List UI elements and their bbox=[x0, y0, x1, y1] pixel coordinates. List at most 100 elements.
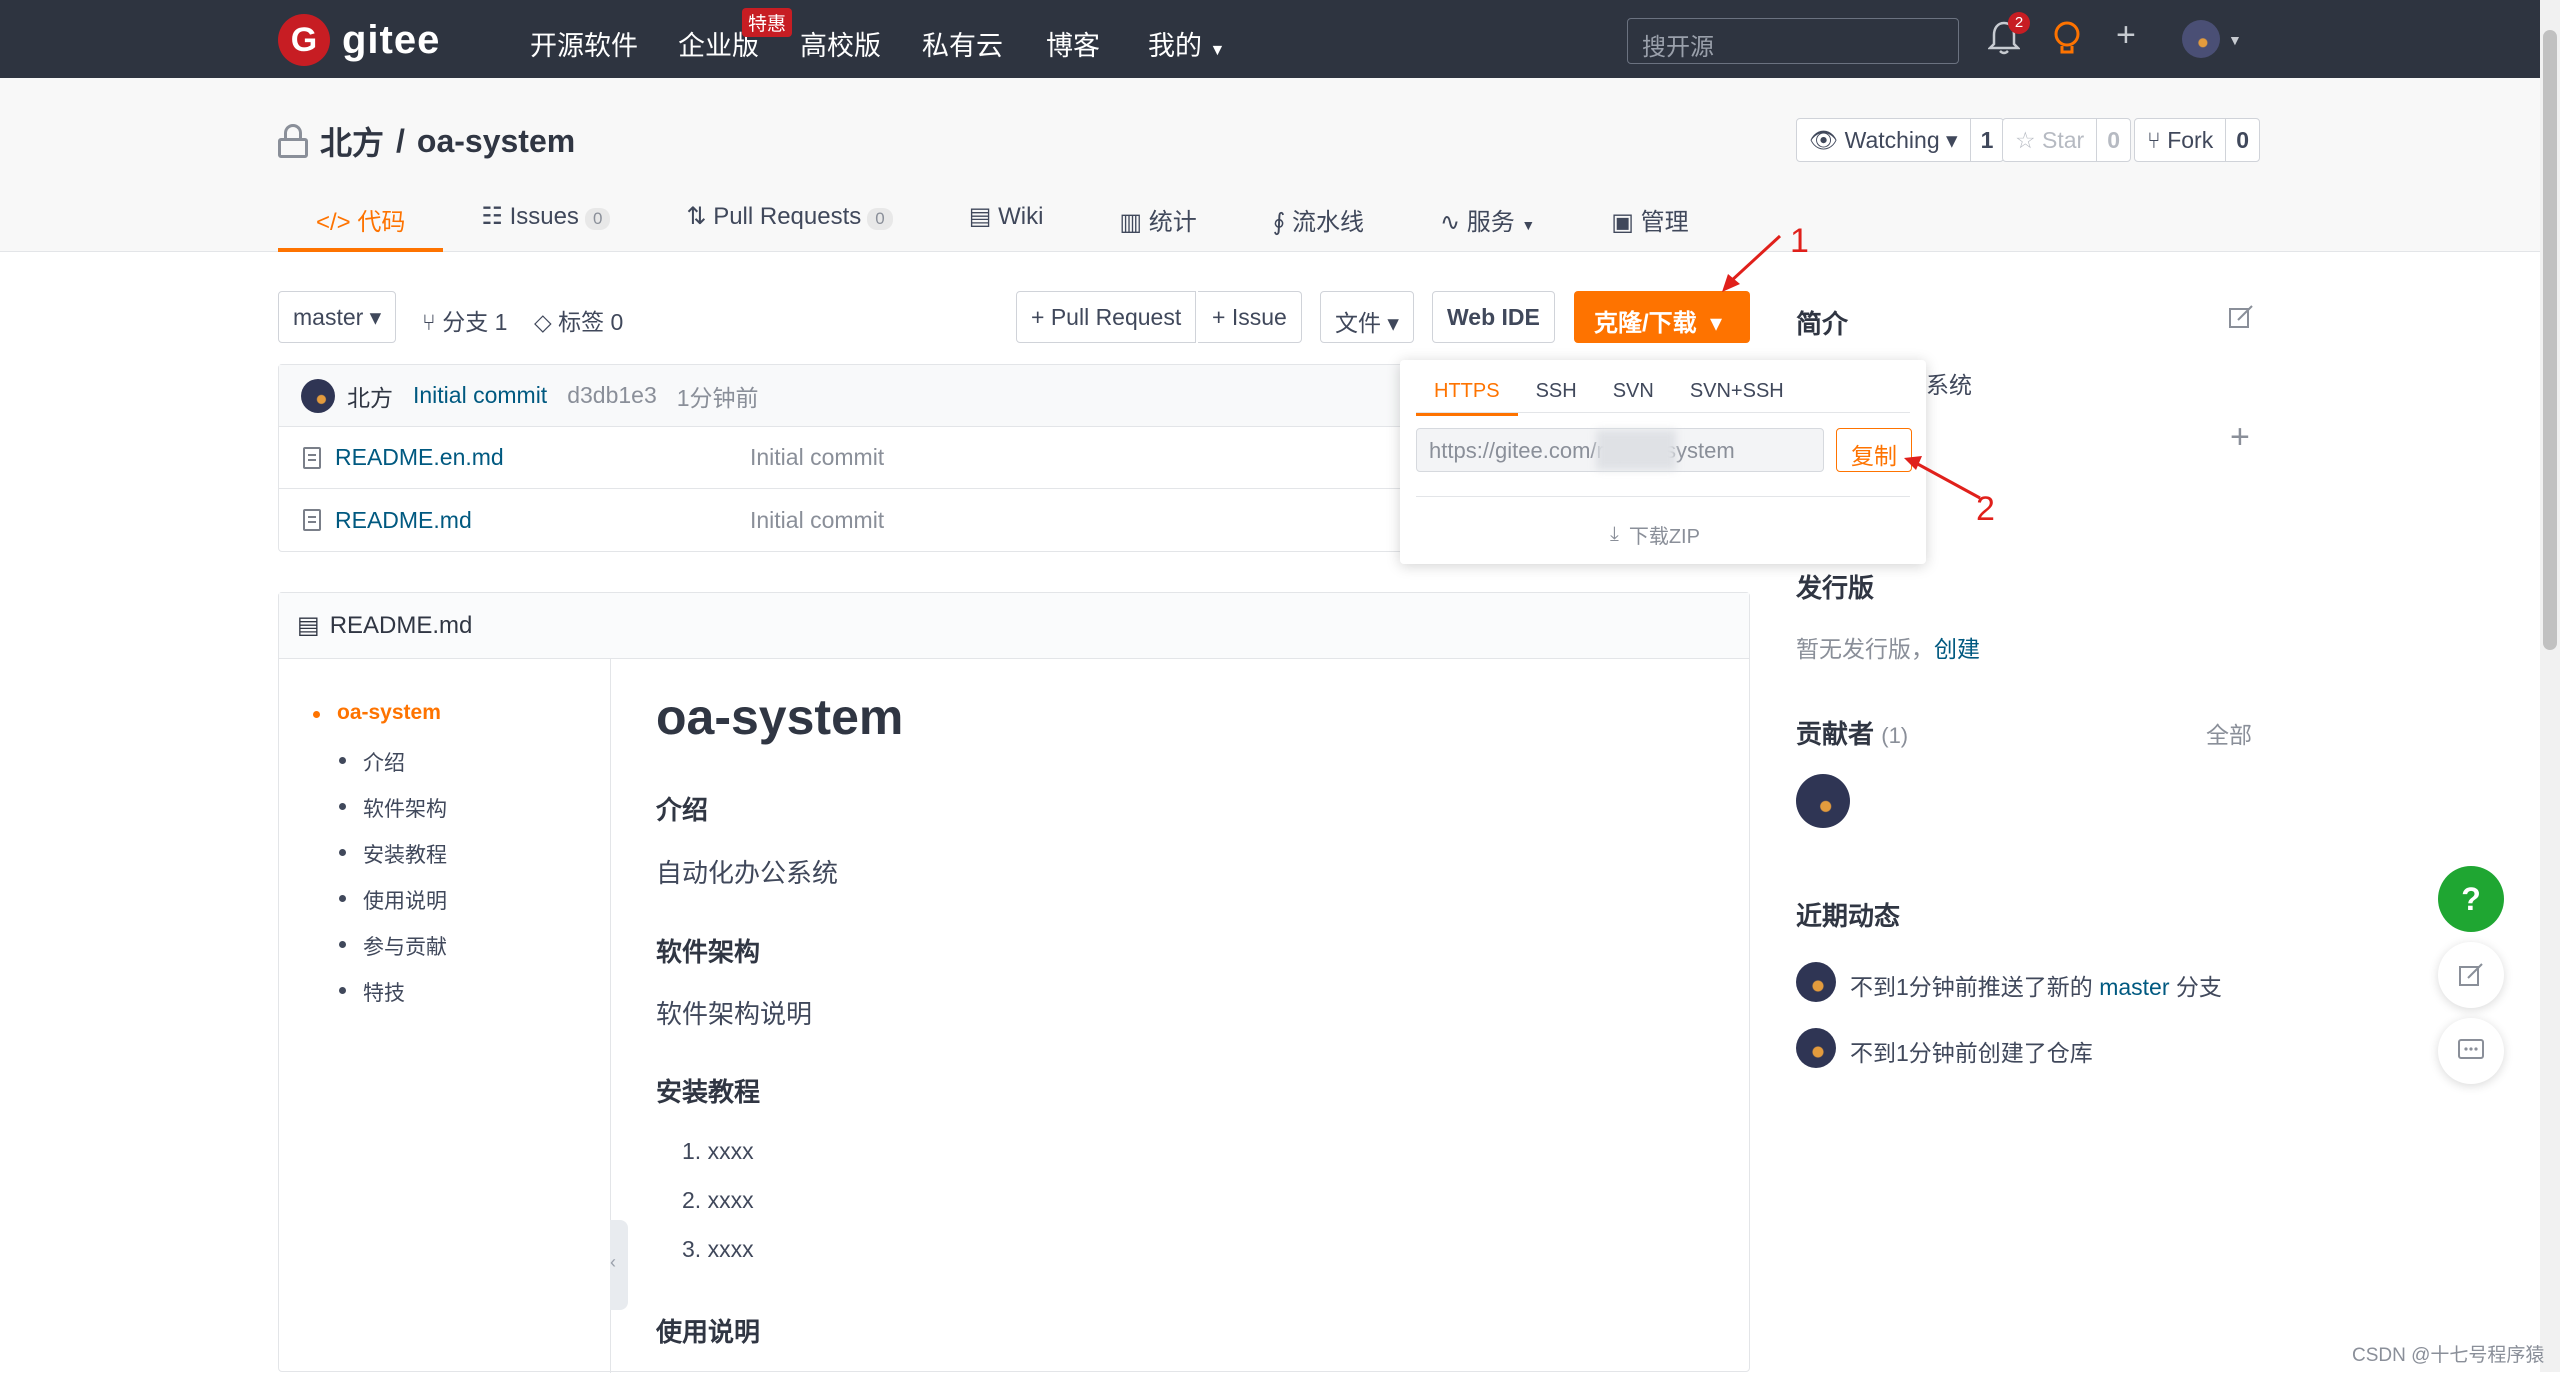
readme-paragraph: 软件架构说明 bbox=[656, 999, 813, 1029]
commit-hash[interactable]: d3db1e3 bbox=[567, 382, 657, 409]
notification-count-badge: 2 bbox=[2008, 12, 2030, 34]
fork-label: ⑂ Fork bbox=[2135, 119, 2227, 161]
repo-tabs: </> 代码 ☷ Issues 0 ⇅ Pull Requests 0 ▤ Wiki… bbox=[278, 190, 1727, 252]
search-input[interactable]: 搜开源 bbox=[1627, 18, 1959, 64]
star-icon: ☆ bbox=[2015, 127, 2036, 153]
readme-heading: 安装教程 bbox=[656, 1077, 761, 1107]
divider bbox=[1416, 496, 1910, 497]
activity-avatar[interactable] bbox=[1796, 962, 1836, 1002]
watch-count[interactable]: 1 bbox=[1971, 119, 2004, 161]
nav-education[interactable]: 高校版 bbox=[800, 24, 881, 63]
chat-icon[interactable] bbox=[2438, 1018, 2504, 1084]
readme-heading: 使用说明 bbox=[656, 1317, 761, 1347]
clone-tab-svn-ssh[interactable]: SVN+SSH bbox=[1672, 370, 1802, 416]
pull-requests-count: 0 bbox=[867, 208, 893, 230]
contributors-all-link[interactable]: 全部 bbox=[2206, 716, 2252, 750]
tab-pull-requests[interactable]: ⇅ Pull Requests 0 bbox=[648, 190, 930, 252]
toc-item[interactable]: 安装教程 bbox=[339, 839, 447, 869]
redaction-blur bbox=[1596, 430, 1676, 470]
file-text-icon: ▤ bbox=[297, 612, 320, 639]
repo-title: 北方 / oa-system bbox=[278, 118, 575, 164]
fork-count[interactable]: 0 bbox=[2226, 119, 2259, 161]
new-issue-button[interactable]: + Issue bbox=[1198, 291, 1302, 343]
activity-item: 不到1分钟前创建了仓库 bbox=[1850, 1040, 2093, 1066]
tab-services[interactable]: ∿ 服务 ▼ bbox=[1402, 190, 1573, 252]
activity-avatar[interactable] bbox=[1796, 1028, 1836, 1068]
clone-tab-svn[interactable]: SVN bbox=[1595, 370, 1672, 416]
commit-author-avatar[interactable] bbox=[301, 378, 335, 413]
releases-title: 发行版 bbox=[1796, 573, 1875, 603]
csdn-watermark: CSDN @十七号程序猿 bbox=[2352, 1345, 2545, 1366]
readme-filename: README.md bbox=[329, 611, 473, 639]
star-count[interactable]: 0 bbox=[2097, 119, 2130, 161]
new-pull-request-button[interactable]: + Pull Request bbox=[1016, 291, 1197, 343]
scrollbar-thumb[interactable] bbox=[2543, 30, 2557, 650]
gitee-logo[interactable]: G gitee bbox=[278, 14, 440, 66]
nav-blog[interactable]: 博客 bbox=[1046, 24, 1100, 63]
fork-icon: ⑂ bbox=[2147, 127, 2161, 153]
toc-item[interactable]: 特技 bbox=[339, 977, 405, 1007]
commit-message[interactable]: Initial commit bbox=[413, 382, 547, 409]
create-release-link[interactable]: 创建 bbox=[1934, 636, 1980, 662]
gitee-logo-mark: G bbox=[278, 14, 330, 66]
file-name[interactable]: README.en.md bbox=[335, 444, 750, 471]
fork-button[interactable]: ⑂ Fork 0 bbox=[2134, 118, 2260, 162]
annotation-label-2: 2 bbox=[1976, 490, 1995, 528]
contributor-avatar[interactable] bbox=[1796, 774, 1850, 828]
tab-pipeline[interactable]: ∮ 流水线 bbox=[1235, 190, 1402, 252]
plus-icon[interactable]: + bbox=[2230, 418, 2250, 457]
toc-item[interactable]: 使用说明 bbox=[339, 885, 447, 915]
readme-list-item: 3. xxxx bbox=[682, 1236, 754, 1262]
activity-branch-link[interactable]: master bbox=[2099, 974, 2169, 1000]
file-name[interactable]: README.md bbox=[335, 507, 750, 534]
user-avatar[interactable] bbox=[2182, 20, 2220, 58]
star-label: ☆ Star bbox=[2003, 119, 2098, 161]
branches-link[interactable]: ⑂ 分支 1 bbox=[422, 303, 507, 337]
toc-item[interactable]: 介绍 bbox=[339, 747, 405, 777]
readme-title: oa-system bbox=[656, 689, 904, 745]
tab-stats[interactable]: ▥ 统计 bbox=[1081, 190, 1234, 252]
hot-deal-badge: 特惠 bbox=[742, 8, 793, 37]
lightbulb-icon[interactable] bbox=[2052, 20, 2082, 67]
readme-header: ▤ README.md bbox=[279, 593, 1749, 659]
bar-chart-icon: ▥ bbox=[1119, 209, 1143, 236]
file-commit-message[interactable]: Initial commit bbox=[750, 507, 884, 534]
toc-item[interactable]: 参与贡献 bbox=[339, 931, 447, 961]
tab-code[interactable]: </> 代码 bbox=[278, 190, 444, 252]
edit-icon[interactable] bbox=[2228, 304, 2254, 330]
web-ide-button[interactable]: Web IDE bbox=[1432, 291, 1555, 343]
repo-owner[interactable]: 北方 bbox=[320, 118, 384, 164]
nav-open-source[interactable]: 开源软件 bbox=[530, 24, 638, 63]
branch-select[interactable]: master ▾ bbox=[278, 291, 397, 343]
toc-item[interactable]: oa-system bbox=[313, 701, 441, 725]
releases-text: 暂无发行版，创建 bbox=[1796, 636, 1980, 662]
nav-mine[interactable]: 我的 ▼ bbox=[1148, 24, 1225, 63]
plus-icon[interactable]: + bbox=[2116, 16, 2136, 55]
star-button[interactable]: ☆ Star 0 bbox=[2002, 118, 2131, 162]
readme-heading: 软件架构 bbox=[656, 937, 761, 967]
chevron-down-icon[interactable]: ▼ bbox=[2228, 32, 2242, 48]
toc-collapse-toggle[interactable]: ‹ bbox=[610, 1220, 628, 1310]
nav-private-cloud[interactable]: 私有云 bbox=[922, 24, 1003, 63]
tab-wiki[interactable]: ▤ Wiki bbox=[931, 190, 1082, 252]
commit-time: 1分钟前 bbox=[676, 384, 759, 411]
tab-issues[interactable]: ☷ Issues 0 bbox=[443, 190, 648, 252]
clone-tab-ssh[interactable]: SSH bbox=[1518, 370, 1595, 416]
repo-name[interactable]: oa-system bbox=[417, 123, 575, 160]
help-button[interactable]: ? bbox=[2438, 866, 2504, 932]
watch-button[interactable]: 👁 Watching ▾ 1 bbox=[1796, 118, 2005, 162]
commit-author[interactable]: 北方 bbox=[347, 379, 393, 413]
readme-paragraph: 自动化办公系统 bbox=[656, 858, 839, 888]
readme-list-item: 2. xxxx bbox=[682, 1187, 754, 1213]
readme-list-item: 1. xxxx bbox=[682, 1138, 754, 1164]
feedback-edit-icon[interactable] bbox=[2438, 942, 2504, 1008]
toc-item[interactable]: 软件架构 bbox=[339, 793, 447, 823]
download-zip-button[interactable]: ⤓ 下载ZIP bbox=[1610, 520, 1700, 549]
file-commit-message[interactable]: Initial commit bbox=[750, 444, 884, 471]
code-icon: </> bbox=[316, 209, 351, 236]
file-menu-button[interactable]: 文件 ▾ bbox=[1320, 291, 1414, 343]
tags-link[interactable]: ◇ 标签 0 bbox=[534, 303, 623, 337]
readme-panel: ▤ README.md oa-system 介绍 软件架构 安装教程 使用说明 … bbox=[278, 592, 1750, 1373]
clone-tab-https[interactable]: HTTPS bbox=[1416, 370, 1518, 416]
download-icon: ⤓ bbox=[1610, 523, 1619, 545]
